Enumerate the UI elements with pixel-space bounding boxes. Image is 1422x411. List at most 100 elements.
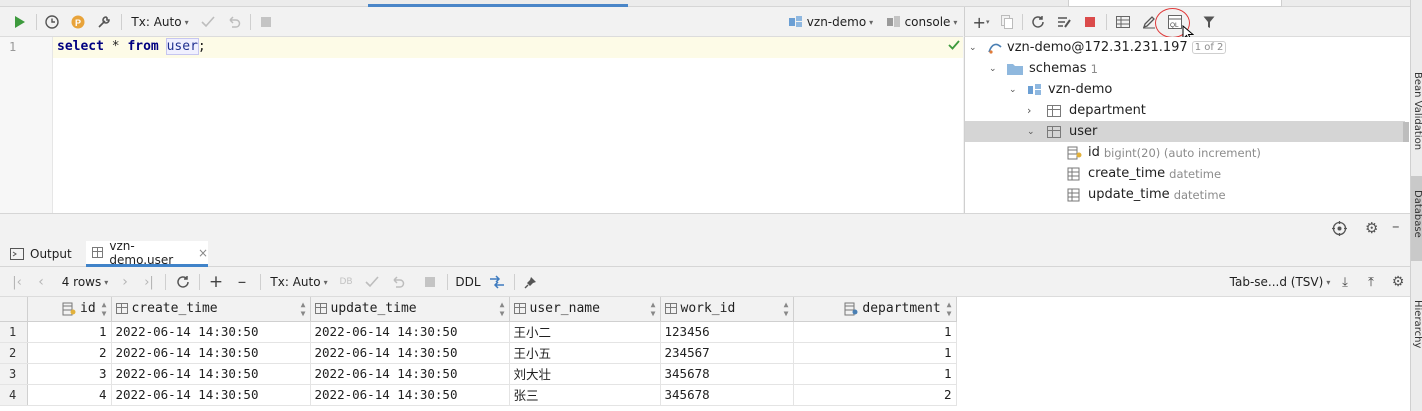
table-row[interactable]: 3 3 2022-06-14 14:30:50 2022-06-14 14:30… [0, 363, 957, 385]
cancel-statement-button[interactable] [256, 7, 276, 37]
database-tree[interactable]: ⌄ vzn-demo@172.31.231.197 1 of 2 ⌄ schem… [964, 37, 1410, 213]
tree-node-column[interactable]: create_time datetime [1067, 163, 1221, 184]
duplicate-button[interactable] [997, 7, 1017, 37]
sql-editor[interactable]: 1 select * from user; [0, 37, 963, 213]
target-icon[interactable] [1332, 221, 1347, 236]
gear-icon[interactable]: ⚙ [1365, 219, 1378, 237]
tool-window-bean-validation[interactable]: Bean Validation [1412, 72, 1422, 150]
next-page-icon[interactable]: › [116, 267, 134, 297]
column-header-id[interactable]: id ▲ ▼ [27, 297, 112, 322]
commit-button[interactable] [362, 267, 382, 297]
delete-row-icon[interactable]: – [232, 267, 252, 297]
tx-mode-dropdown[interactable]: Tx: Auto ▾ [267, 267, 331, 297]
cell-id[interactable]: 2 [27, 342, 112, 364]
cell-id[interactable]: 3 [27, 363, 112, 385]
add-button[interactable]: + ▾ [971, 7, 991, 37]
cell-update-time[interactable]: 2022-06-14 14:30:50 [310, 342, 510, 364]
table-row[interactable]: 1 1 2022-06-14 14:30:50 2022-06-14 14:30… [0, 321, 957, 343]
add-row-icon[interactable]: + [206, 267, 226, 297]
cell-work-id[interactable]: 123456 [660, 321, 794, 343]
sort-icon[interactable]: ▲ ▼ [784, 300, 789, 318]
tree-node-connection[interactable]: ⌄ vzn-demo@172.31.231.197 1 of 2 [969, 37, 1227, 58]
cell-create-time[interactable]: 2022-06-14 14:30:50 [111, 321, 311, 343]
cell-update-time[interactable]: 2022-06-14 14:30:50 [310, 384, 510, 406]
sort-icon[interactable]: ▲ ▼ [102, 300, 107, 318]
tab-output[interactable]: Output [10, 241, 80, 267]
tree-node-column[interactable]: id bigint(20) (auto increment) [1067, 142, 1261, 163]
cell-department[interactable]: 1 [793, 363, 957, 385]
cell-department[interactable]: 2 [793, 384, 957, 406]
close-icon[interactable]: × [198, 246, 208, 260]
column-header-user-name[interactable]: user_name ▲ ▼ [509, 297, 661, 322]
filter-button[interactable] [1199, 7, 1219, 37]
prev-page-icon[interactable]: ‹ [32, 267, 50, 297]
history-button[interactable] [42, 7, 62, 37]
cell-work-id[interactable]: 345678 [660, 363, 794, 385]
ddl-button[interactable]: DDL [452, 267, 484, 297]
cell-user-name[interactable]: 刘大壮 [509, 363, 661, 385]
rollback-button[interactable] [388, 267, 408, 297]
cell-id[interactable]: 1 [27, 321, 112, 343]
gear-icon[interactable]: ⚙ [1388, 267, 1408, 297]
cell-user-name[interactable]: 王小二 [509, 321, 661, 343]
cancel-button[interactable] [420, 267, 440, 297]
tab-result-vzn-demo-user[interactable]: vzn-demo.user × [86, 239, 208, 267]
last-page-icon[interactable]: ›| [140, 267, 158, 297]
cell-work-id[interactable]: 345678 [660, 384, 794, 406]
cell-update-time[interactable]: 2022-06-14 14:30:50 [310, 363, 510, 385]
tree-node-table-user[interactable]: ⌄ user [1027, 121, 1097, 142]
sql-statement[interactable]: select * from user; [57, 38, 206, 55]
reload-button[interactable] [173, 267, 193, 297]
settings-button[interactable] [94, 7, 114, 37]
refresh-button[interactable] [1028, 7, 1048, 37]
commit-button[interactable] [198, 7, 218, 37]
export-format-dropdown[interactable]: Tab-se...d (TSV) ▾ [1228, 267, 1332, 297]
result-grid[interactable]: id ▲ ▼ create_time ▲ ▼ update_time ▲ ▼ user_n… [0, 297, 1410, 411]
column-header-create-time[interactable]: create_time ▲ ▼ [111, 297, 311, 322]
execute-button[interactable] [10, 7, 30, 37]
sort-icon[interactable]: ▲ ▼ [500, 300, 505, 318]
cell-create-time[interactable]: 2022-06-14 14:30:50 [111, 342, 311, 364]
tx-mode-dropdown[interactable]: Tx: Auto ▾ [128, 7, 192, 37]
cell-user-name[interactable]: 王小五 [509, 342, 661, 364]
cell-create-time[interactable]: 2022-06-14 14:30:50 [111, 363, 311, 385]
db-submit-icon[interactable]: DB [336, 267, 356, 297]
column-header-update-time[interactable]: update_time ▲ ▼ [310, 297, 510, 322]
table-row[interactable]: 2 2 2022-06-14 14:30:50 2022-06-14 14:30… [0, 342, 957, 364]
datasource-selector[interactable]: vzn-demo ▾ [788, 7, 874, 37]
cell-id[interactable]: 4 [27, 384, 112, 406]
sort-icon[interactable]: ▲ ▼ [301, 300, 306, 318]
tree-node-table-department[interactable]: › department [1027, 100, 1146, 121]
cell-update-time[interactable]: 2022-06-14 14:30:50 [310, 321, 510, 343]
tool-window-database[interactable]: Database [1412, 190, 1422, 238]
sort-icon[interactable]: ▲ ▼ [651, 300, 656, 318]
cell-create-time[interactable]: 2022-06-14 14:30:50 [111, 384, 311, 406]
console-selector[interactable]: console ▾ [884, 7, 960, 37]
download-icon[interactable]: ⤓ [1336, 267, 1354, 297]
tree-node-column[interactable]: update_time datetime [1067, 184, 1226, 205]
cell-department[interactable]: 1 [793, 342, 957, 364]
editor-tab-strip [0, 0, 1410, 7]
schema-sync-button[interactable] [1054, 7, 1074, 37]
table-view-button[interactable] [1113, 7, 1133, 37]
explain-plan-button[interactable]: P [68, 7, 88, 37]
tree-node-schemas[interactable]: ⌄ schemas 1 [989, 58, 1098, 79]
upload-icon[interactable]: ⤒ [1362, 267, 1380, 297]
pin-button[interactable] [520, 267, 540, 297]
row-count-dropdown[interactable]: 4 rows ▾ [58, 267, 112, 297]
table-row[interactable]: 4 4 2022-06-14 14:30:50 2022-06-14 14:30… [0, 384, 957, 406]
minimize-icon[interactable]: – [1392, 217, 1400, 235]
cell-user-name[interactable]: 张三 [509, 384, 661, 406]
column-header-work-id[interactable]: work_id ▲ ▼ [660, 297, 794, 322]
first-page-icon[interactable]: |‹ [8, 267, 26, 297]
tree-node-schema[interactable]: ⌄ vzn-demo [1009, 79, 1112, 100]
cell-department[interactable]: 1 [793, 321, 957, 343]
disconnect-button[interactable] [1080, 7, 1100, 37]
tree-scrollbar[interactable] [1403, 122, 1409, 142]
column-header-department[interactable]: department ▲ ▼ [793, 297, 957, 322]
compare-button[interactable] [486, 267, 508, 297]
cell-work-id[interactable]: 234567 [660, 342, 794, 364]
tool-window-hierarchy[interactable]: Hierarchy [1412, 300, 1422, 348]
rollback-button[interactable] [224, 7, 244, 37]
sort-icon[interactable]: ▲ ▼ [947, 300, 952, 318]
